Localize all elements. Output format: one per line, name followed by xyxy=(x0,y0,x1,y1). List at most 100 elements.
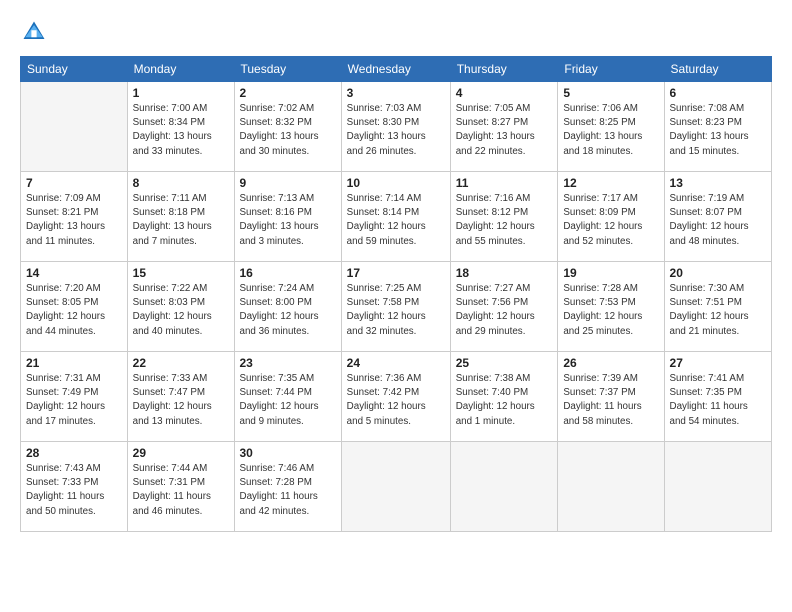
day-number: 4 xyxy=(456,86,553,100)
day-number: 28 xyxy=(26,446,122,460)
day-info: Sunrise: 7:35 AM Sunset: 7:44 PM Dayligh… xyxy=(240,372,336,429)
day-number: 19 xyxy=(563,266,658,280)
calendar-cell: 27 Sunrise: 7:41 AM Sunset: 7:35 PM Dayli… xyxy=(664,352,771,442)
day-number: 27 xyxy=(670,356,766,370)
calendar-cell: 14 Sunrise: 7:20 AM Sunset: 8:05 PM Dayli… xyxy=(21,262,128,352)
day-number: 3 xyxy=(347,86,445,100)
calendar-cell: 29 Sunrise: 7:44 AM Sunset: 7:31 PM Dayli… xyxy=(127,442,234,532)
day-info: Sunrise: 7:05 AM Sunset: 8:27 PM Dayligh… xyxy=(456,102,553,159)
day-info: Sunrise: 7:38 AM Sunset: 7:40 PM Dayligh… xyxy=(456,372,553,429)
day-info: Sunrise: 7:41 AM Sunset: 7:35 PM Dayligh… xyxy=(670,372,766,429)
calendar-cell: 2 Sunrise: 7:02 AM Sunset: 8:32 PM Daylig… xyxy=(234,82,341,172)
day-info: Sunrise: 7:13 AM Sunset: 8:16 PM Dayligh… xyxy=(240,192,336,249)
calendar-cell: 12 Sunrise: 7:17 AM Sunset: 8:09 PM Dayli… xyxy=(558,172,664,262)
day-number: 29 xyxy=(133,446,229,460)
day-info: Sunrise: 7:14 AM Sunset: 8:14 PM Dayligh… xyxy=(347,192,445,249)
day-number: 5 xyxy=(563,86,658,100)
day-info: Sunrise: 7:17 AM Sunset: 8:09 PM Dayligh… xyxy=(563,192,658,249)
day-info: Sunrise: 7:06 AM Sunset: 8:25 PM Dayligh… xyxy=(563,102,658,159)
logo-icon xyxy=(20,18,48,46)
day-info: Sunrise: 7:03 AM Sunset: 8:30 PM Dayligh… xyxy=(347,102,445,159)
day-number: 11 xyxy=(456,176,553,190)
day-number: 1 xyxy=(133,86,229,100)
day-number: 13 xyxy=(670,176,766,190)
day-info: Sunrise: 7:44 AM Sunset: 7:31 PM Dayligh… xyxy=(133,462,229,519)
calendar-cell: 15 Sunrise: 7:22 AM Sunset: 8:03 PM Dayli… xyxy=(127,262,234,352)
calendar-table: SundayMondayTuesdayWednesdayThursdayFrid… xyxy=(20,56,772,532)
calendar-header-tuesday: Tuesday xyxy=(234,57,341,82)
calendar-cell: 18 Sunrise: 7:27 AM Sunset: 7:56 PM Dayli… xyxy=(450,262,558,352)
day-number: 12 xyxy=(563,176,658,190)
day-number: 2 xyxy=(240,86,336,100)
calendar-cell: 11 Sunrise: 7:16 AM Sunset: 8:12 PM Dayli… xyxy=(450,172,558,262)
day-info: Sunrise: 7:11 AM Sunset: 8:18 PM Dayligh… xyxy=(133,192,229,249)
calendar-cell: 21 Sunrise: 7:31 AM Sunset: 7:49 PM Dayli… xyxy=(21,352,128,442)
calendar-cell: 23 Sunrise: 7:35 AM Sunset: 7:44 PM Dayli… xyxy=(234,352,341,442)
calendar-cell: 20Sunrise: 7:30 AM Sunset: 7:51 PM Dayli… xyxy=(664,262,771,352)
calendar-header-monday: Monday xyxy=(127,57,234,82)
calendar-header-wednesday: Wednesday xyxy=(341,57,450,82)
logo xyxy=(20,18,52,46)
calendar-cell: 8 Sunrise: 7:11 AM Sunset: 8:18 PM Daylig… xyxy=(127,172,234,262)
calendar-header-saturday: Saturday xyxy=(664,57,771,82)
day-info: Sunrise: 7:19 AM Sunset: 8:07 PM Dayligh… xyxy=(670,192,766,249)
day-info: Sunrise: 7:30 AM Sunset: 7:51 PM Dayligh… xyxy=(670,282,766,339)
calendar-cell xyxy=(558,442,664,532)
day-info: Sunrise: 7:33 AM Sunset: 7:47 PM Dayligh… xyxy=(133,372,229,429)
day-number: 22 xyxy=(133,356,229,370)
calendar-header-friday: Friday xyxy=(558,57,664,82)
day-info: Sunrise: 7:02 AM Sunset: 8:32 PM Dayligh… xyxy=(240,102,336,159)
day-number: 30 xyxy=(240,446,336,460)
day-number: 24 xyxy=(347,356,445,370)
page: SundayMondayTuesdayWednesdayThursdayFrid… xyxy=(0,0,792,612)
calendar-cell: 9Sunrise: 7:13 AM Sunset: 8:16 PM Daylig… xyxy=(234,172,341,262)
day-number: 15 xyxy=(133,266,229,280)
day-number: 18 xyxy=(456,266,553,280)
day-info: Sunrise: 7:08 AM Sunset: 8:23 PM Dayligh… xyxy=(670,102,766,159)
day-info: Sunrise: 7:43 AM Sunset: 7:33 PM Dayligh… xyxy=(26,462,122,519)
calendar-cell: 1 Sunrise: 7:00 AM Sunset: 8:34 PM Daylig… xyxy=(127,82,234,172)
calendar-cell xyxy=(341,442,450,532)
day-number: 10 xyxy=(347,176,445,190)
day-number: 7 xyxy=(26,176,122,190)
calendar-cell xyxy=(450,442,558,532)
day-info: Sunrise: 7:00 AM Sunset: 8:34 PM Dayligh… xyxy=(133,102,229,159)
day-number: 26 xyxy=(563,356,658,370)
calendar-cell xyxy=(21,82,128,172)
day-number: 21 xyxy=(26,356,122,370)
calendar-week-4: 21 Sunrise: 7:31 AM Sunset: 7:49 PM Dayli… xyxy=(21,352,772,442)
day-info: Sunrise: 7:27 AM Sunset: 7:56 PM Dayligh… xyxy=(456,282,553,339)
day-info: Sunrise: 7:24 AM Sunset: 8:00 PM Dayligh… xyxy=(240,282,336,339)
calendar-cell: 4 Sunrise: 7:05 AM Sunset: 8:27 PM Daylig… xyxy=(450,82,558,172)
calendar-cell: 3 Sunrise: 7:03 AM Sunset: 8:30 PM Daylig… xyxy=(341,82,450,172)
day-info: Sunrise: 7:36 AM Sunset: 7:42 PM Dayligh… xyxy=(347,372,445,429)
day-info: Sunrise: 7:20 AM Sunset: 8:05 PM Dayligh… xyxy=(26,282,122,339)
calendar-week-2: 7 Sunrise: 7:09 AM Sunset: 8:21 PM Daylig… xyxy=(21,172,772,262)
calendar-cell: 10 Sunrise: 7:14 AM Sunset: 8:14 PM Dayli… xyxy=(341,172,450,262)
day-number: 23 xyxy=(240,356,336,370)
day-info: Sunrise: 7:16 AM Sunset: 8:12 PM Dayligh… xyxy=(456,192,553,249)
day-info: Sunrise: 7:28 AM Sunset: 7:53 PM Dayligh… xyxy=(563,282,658,339)
day-number: 17 xyxy=(347,266,445,280)
calendar-cell: 13 Sunrise: 7:19 AM Sunset: 8:07 PM Dayli… xyxy=(664,172,771,262)
day-number: 14 xyxy=(26,266,122,280)
calendar-header-row: SundayMondayTuesdayWednesdayThursdayFrid… xyxy=(21,57,772,82)
calendar-cell: 5 Sunrise: 7:06 AM Sunset: 8:25 PM Daylig… xyxy=(558,82,664,172)
calendar-cell: 26Sunrise: 7:39 AM Sunset: 7:37 PM Dayli… xyxy=(558,352,664,442)
day-number: 8 xyxy=(133,176,229,190)
calendar-cell: 7 Sunrise: 7:09 AM Sunset: 8:21 PM Daylig… xyxy=(21,172,128,262)
calendar-cell: 16Sunrise: 7:24 AM Sunset: 8:00 PM Dayli… xyxy=(234,262,341,352)
calendar-cell: 25Sunrise: 7:38 AM Sunset: 7:40 PM Dayli… xyxy=(450,352,558,442)
day-info: Sunrise: 7:25 AM Sunset: 7:58 PM Dayligh… xyxy=(347,282,445,339)
calendar-header-thursday: Thursday xyxy=(450,57,558,82)
day-info: Sunrise: 7:22 AM Sunset: 8:03 PM Dayligh… xyxy=(133,282,229,339)
calendar-cell: 17 Sunrise: 7:25 AM Sunset: 7:58 PM Dayli… xyxy=(341,262,450,352)
calendar-week-3: 14 Sunrise: 7:20 AM Sunset: 8:05 PM Dayli… xyxy=(21,262,772,352)
calendar-week-1: 1 Sunrise: 7:00 AM Sunset: 8:34 PM Daylig… xyxy=(21,82,772,172)
day-info: Sunrise: 7:09 AM Sunset: 8:21 PM Dayligh… xyxy=(26,192,122,249)
day-info: Sunrise: 7:31 AM Sunset: 7:49 PM Dayligh… xyxy=(26,372,122,429)
header xyxy=(20,18,772,46)
calendar-cell: 6Sunrise: 7:08 AM Sunset: 8:23 PM Daylig… xyxy=(664,82,771,172)
calendar-cell: 22 Sunrise: 7:33 AM Sunset: 7:47 PM Dayli… xyxy=(127,352,234,442)
calendar-cell: 30Sunrise: 7:46 AM Sunset: 7:28 PM Dayli… xyxy=(234,442,341,532)
